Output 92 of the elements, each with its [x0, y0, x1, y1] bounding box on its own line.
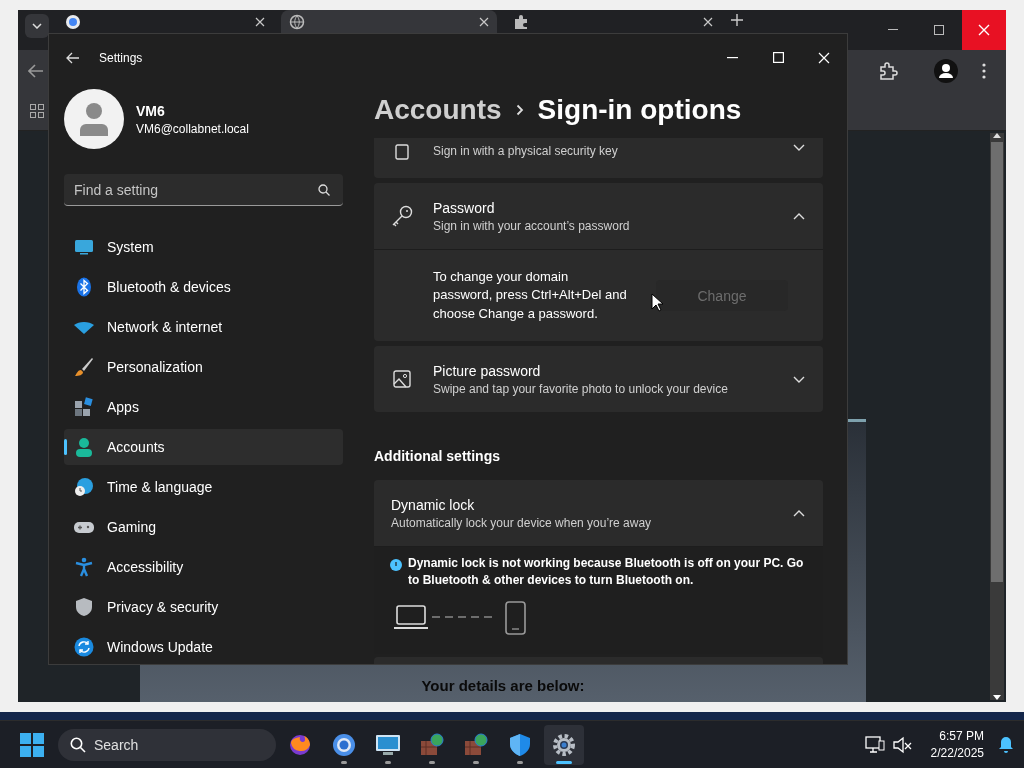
- page-heading: Your details are below:: [421, 677, 585, 694]
- monitor-icon: [74, 237, 94, 257]
- nav-item[interactable]: Gaming: [64, 509, 343, 545]
- card-subtitle: Sign in with your account’s password: [433, 218, 631, 233]
- paintbrush-icon: [74, 357, 94, 377]
- card-title: Password: [433, 199, 496, 216]
- gear-icon: [552, 732, 576, 757]
- taskbar-button[interactable]: [544, 724, 584, 765]
- back-arrow-icon: [66, 51, 80, 64]
- maximize-icon: [772, 52, 784, 63]
- card-subtitle: Sign in with a physical security key: [433, 144, 619, 158]
- close-icon[interactable]: [703, 16, 713, 27]
- clock-globe-icon: [74, 477, 94, 497]
- back-arrow-icon[interactable]: [28, 64, 44, 78]
- picture-icon: [393, 370, 411, 388]
- card-title: Picture password: [433, 362, 542, 379]
- box-globe-icon: [420, 732, 444, 757]
- info-message: Dynamic lock is not working because Bluetooth is off on your PC. Go to Bluetooth & other devices to turn Bluetooth on.: [408, 555, 805, 589]
- chevron-down-icon: [32, 23, 42, 29]
- speaker-muted-icon[interactable]: [892, 735, 913, 754]
- user-name: VM6: [136, 102, 166, 119]
- mouse-pointer-icon: [651, 293, 663, 312]
- bluetooth-icon: [74, 277, 94, 297]
- nav-item[interactable]: System: [64, 229, 343, 265]
- close-icon[interactable]: [479, 16, 489, 27]
- nav-item[interactable]: Network & internet: [64, 309, 343, 345]
- nav-item[interactable]: Bluetooth & devices: [64, 269, 343, 305]
- refresh-icon: [74, 637, 94, 657]
- breadcrumb-link[interactable]: Accounts: [374, 93, 502, 126]
- square-icon: [395, 144, 409, 160]
- card-subtitle: Swipe and tap your favorite photo to unlock your device: [433, 381, 729, 396]
- chevron-right-icon: [515, 103, 524, 116]
- key-icon: [391, 205, 413, 227]
- scrollbar[interactable]: [990, 133, 1004, 700]
- settings-card[interactable]: Picture password Swipe and tap your favorite photo to unlock your device: [374, 346, 823, 412]
- card-subtitle: Automatically lock your device when you’re away: [391, 515, 653, 530]
- globe-icon: [289, 13, 305, 30]
- search-icon: [70, 736, 86, 753]
- nav-item[interactable]: Apps: [64, 389, 343, 425]
- monitor-icon: [375, 732, 401, 757]
- shield-icon: [508, 732, 532, 757]
- settings-card[interactable]: Sign in with a physical security key: [374, 138, 823, 178]
- close-icon: [818, 51, 830, 64]
- box-globe-icon: [464, 732, 488, 757]
- chevron-up-icon[interactable]: [793, 212, 805, 220]
- scroll-up-icon[interactable]: [993, 133, 1001, 138]
- chevron-up-icon[interactable]: [793, 509, 805, 517]
- puzzle-icon: [513, 13, 529, 30]
- person-silhouette-icon: [78, 102, 110, 136]
- close-icon[interactable]: [255, 16, 265, 27]
- circle-icon: [65, 13, 81, 30]
- network-monitor-icon[interactable]: [864, 735, 885, 754]
- windows-logo-icon: [20, 732, 44, 757]
- info-icon: [390, 559, 402, 571]
- chevron-down-icon[interactable]: [793, 144, 805, 151]
- apps-icon: [74, 397, 94, 417]
- nav-item[interactable]: Time & language: [64, 469, 343, 505]
- scroll-down-icon[interactable]: [993, 695, 1001, 700]
- bell-icon[interactable]: [998, 736, 1014, 753]
- nav-item[interactable]: Windows Update: [64, 629, 343, 664]
- minimize-icon: [726, 56, 738, 59]
- tab-list-button[interactable]: [25, 14, 49, 38]
- menu-icon[interactable]: [982, 63, 986, 79]
- nav-item[interactable]: Accounts: [64, 429, 343, 465]
- window-title: Settings: [99, 50, 143, 65]
- accessibility-icon: [74, 557, 94, 577]
- maximize-icon: [934, 25, 944, 35]
- clock-time[interactable]: 6:57 PM: [939, 729, 984, 743]
- nav-item[interactable]: Accessibility: [64, 549, 343, 585]
- nav-item[interactable]: Personalization: [64, 349, 343, 385]
- puzzle-icon[interactable]: [878, 61, 898, 81]
- search-field[interactable]: Find a setting: [64, 174, 343, 206]
- account-icon[interactable]: [934, 59, 958, 83]
- chevron-down-icon[interactable]: [793, 375, 805, 383]
- page-title: Sign-in options: [537, 93, 742, 126]
- ring-icon: [332, 732, 356, 757]
- section-heading: Additional settings: [374, 447, 501, 466]
- fox-globe-icon: [288, 732, 312, 757]
- card-title: Dynamic lock: [391, 496, 476, 513]
- person-icon: [74, 437, 94, 457]
- nav-item[interactable]: Privacy & security: [64, 589, 343, 625]
- shield-icon: [74, 597, 94, 617]
- clock-date[interactable]: 2/22/2025: [930, 746, 984, 760]
- search-field[interactable]: Search: [58, 728, 276, 761]
- user-email: VM6@collabnet.local: [136, 121, 249, 136]
- grid-icon[interactable]: [30, 104, 44, 118]
- card-description: To change your domain password, press Ctrl+Alt+Del and choose Change a password.: [433, 267, 628, 323]
- minimize-icon: [888, 29, 898, 31]
- search-icon: [318, 184, 330, 196]
- settings-card[interactable]: Dynamic lock Automatically lock your device when you’re away Dynamic lock is not working because Bluetooth is off on your PC. Go to Bluetooth & other devices to turn Bluetooth on.: [374, 480, 823, 654]
- close-icon: [978, 24, 990, 36]
- plus-icon[interactable]: [731, 14, 743, 26]
